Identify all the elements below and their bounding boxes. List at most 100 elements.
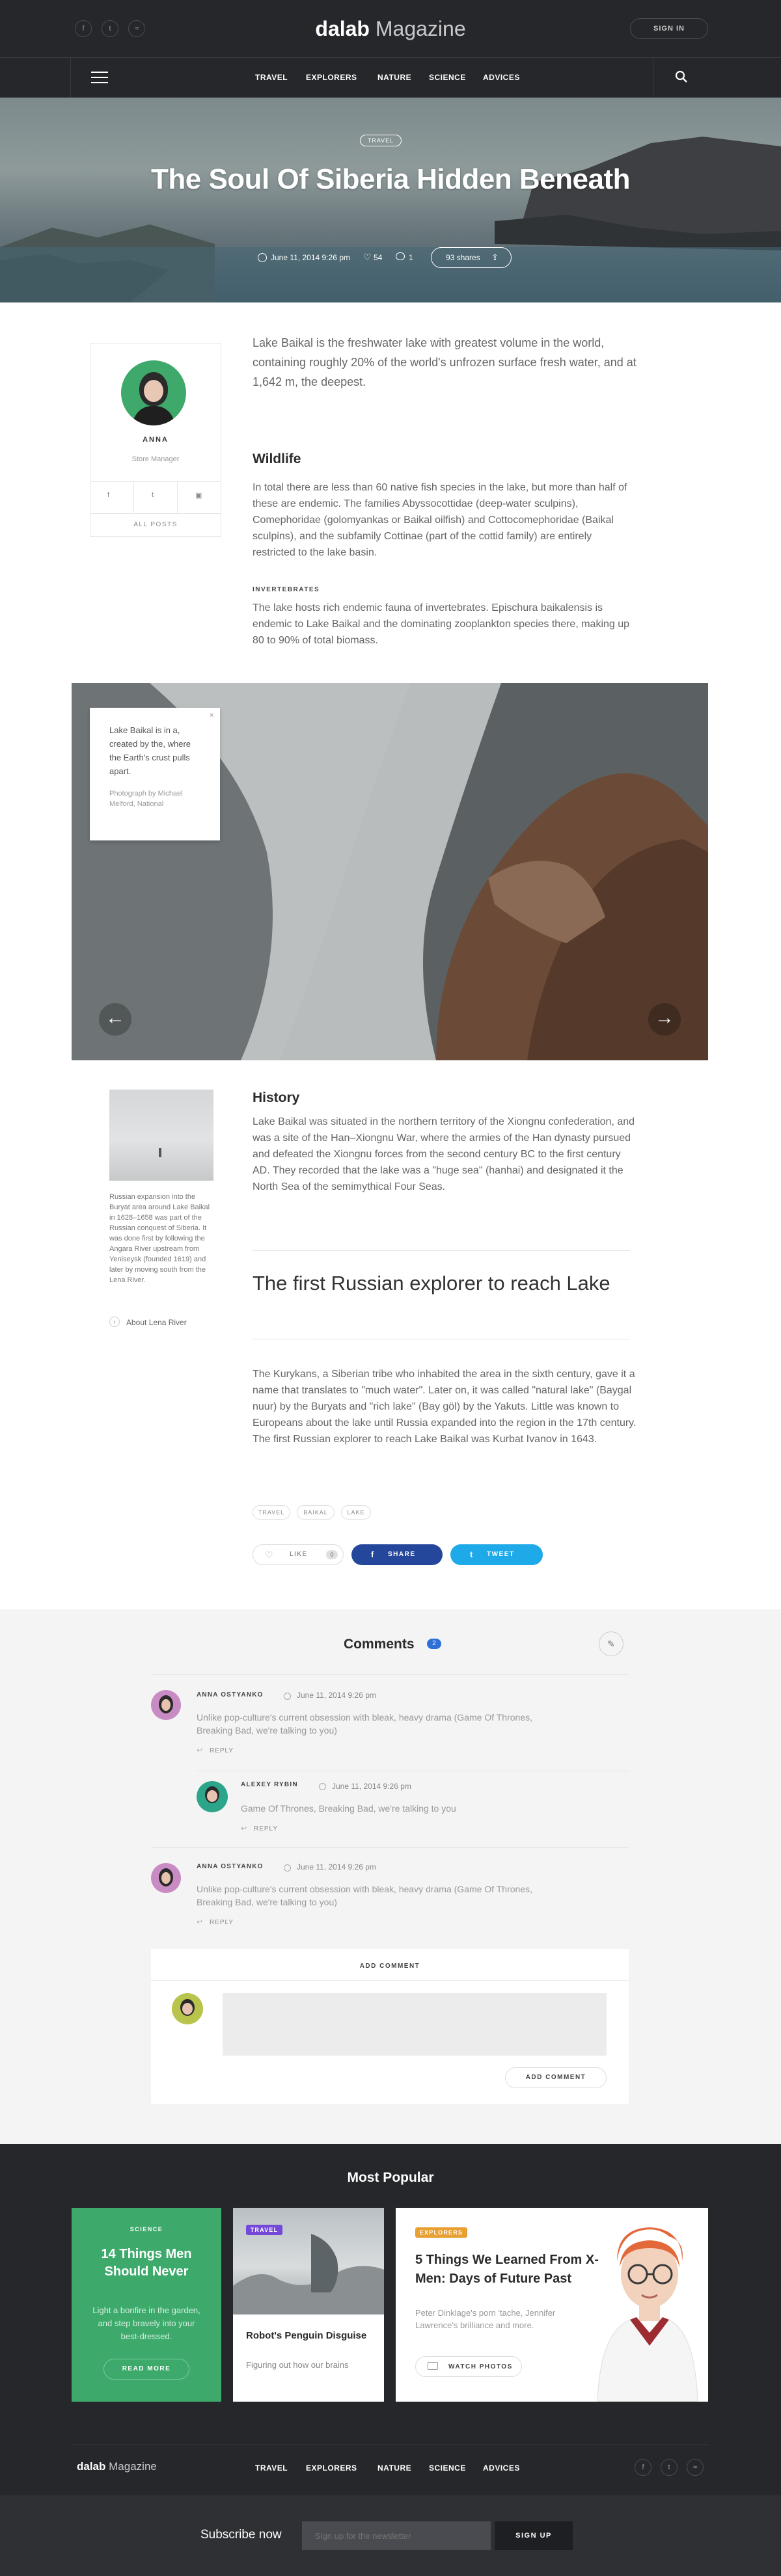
twitter-icon: t [470, 1550, 473, 1559]
likes-count: 54 [374, 253, 383, 262]
rss-icon[interactable]: ≈ [128, 20, 145, 37]
most-popular-heading: Most Popular [347, 2170, 434, 2185]
card-title: 5 Things We Learned From X-Men: Days of … [415, 2253, 599, 2286]
commenter-avatar[interactable] [197, 1781, 228, 1812]
twitter-icon[interactable]: t [102, 20, 118, 37]
card-image [233, 2208, 384, 2314]
gallery-caption: Lake Baikal is in a, created by the, whe… [109, 725, 191, 776]
arrow-icon[interactable]: › [109, 1317, 120, 1327]
shares-label: 93 shares [446, 253, 480, 262]
commenter-name[interactable]: ANNA OSTYANKO [197, 1863, 264, 1870]
tag-travel[interactable]: TRAVEL [253, 1505, 290, 1520]
twitter-icon[interactable]: t [661, 2459, 678, 2476]
pull-quote: The first Russian explorer to reach Lake [253, 1272, 610, 1295]
author-avatar[interactable] [121, 360, 186, 425]
reply-link[interactable]: REPLY [210, 1747, 234, 1754]
facebook-icon: f [371, 1550, 374, 1559]
comment-icon[interactable] [396, 252, 405, 260]
popular-card-explorers[interactable]: EXPLORERS 5 Things We Learned From X-Men… [396, 2208, 708, 2402]
footer-logo-bold: dalab [77, 2460, 106, 2473]
like-button[interactable]: ♡ LIKE 0 [253, 1544, 344, 1565]
read-more-button[interactable]: READ MORE [103, 2359, 189, 2380]
next-arrow-icon[interactable]: → [648, 1003, 681, 1036]
author-role: Store Manager [131, 455, 180, 463]
facebook-icon[interactable]: f [107, 491, 109, 499]
instagram-icon[interactable]: ▣ [195, 491, 202, 500]
tag-baikal[interactable]: BAIKAL [297, 1505, 335, 1520]
add-comment-heading: ADD COMMENT [359, 1963, 420, 1970]
rss-icon[interactable]: ≈ [687, 2459, 704, 2476]
reply-link[interactable]: REPLY [254, 1825, 278, 1832]
close-icon[interactable]: × [210, 712, 213, 719]
clock-icon [284, 1693, 291, 1700]
facebook-icon[interactable]: f [75, 20, 92, 37]
commenter-avatar[interactable] [151, 1690, 181, 1720]
search-icon[interactable] [674, 70, 689, 84]
invertebrates-heading: INVERTEBRATES [253, 586, 320, 593]
share-count-button[interactable]: 93 shares ⇪ [431, 247, 512, 268]
category-badge[interactable]: TRAVEL [360, 135, 402, 146]
nav-advices[interactable]: ADVICES [483, 73, 520, 82]
site-logo[interactable]: dalab Magazine [306, 17, 475, 40]
invertebrates-paragraph: The lake hosts rich endemic fauna of inv… [253, 602, 630, 646]
facebook-share-button[interactable]: f SHARE [351, 1544, 443, 1565]
heart-icon[interactable]: ♡ [363, 252, 372, 262]
logo-bold: dalab [315, 17, 370, 40]
add-comment-button[interactable]: ADD COMMENT [505, 2067, 607, 2088]
author-name[interactable]: ANNA [90, 436, 221, 444]
divider [70, 57, 71, 98]
sign-in-button[interactable]: SIGN IN [630, 18, 708, 39]
newsletter-input[interactable] [302, 2521, 491, 2550]
card-category: EXPLORERS [415, 2227, 467, 2238]
commenter-name[interactable]: ALEXEY RYBIN [241, 1781, 298, 1788]
nav-nature[interactable]: NATURE [377, 73, 411, 82]
clock-icon [319, 1783, 326, 1790]
all-posts-link[interactable]: ALL POSTS [90, 521, 221, 528]
nav-travel[interactable]: TRAVEL [255, 73, 288, 82]
side-link[interactable]: About Lena River [126, 1318, 187, 1327]
footer-nav-advices[interactable]: ADVICES [483, 2463, 520, 2473]
reply-link[interactable]: REPLY [210, 1919, 234, 1926]
divider [151, 1980, 629, 1981]
sign-up-button[interactable]: SIGN UP [495, 2521, 573, 2550]
comments-heading: Comments [344, 1637, 415, 1652]
pencil-icon[interactable]: ✎ [599, 1631, 623, 1656]
commenter-avatar[interactable] [151, 1863, 181, 1893]
twitter-icon[interactable]: t [152, 491, 154, 499]
comment-textarea[interactable] [223, 1993, 607, 2056]
card-text: Figuring out how our brains [246, 2360, 349, 2370]
wildlife-heading: Wildlife [253, 451, 301, 466]
footer-nav-explorers[interactable]: EXPLORERS [306, 2463, 357, 2473]
page-title: The Soul Of Siberia Hidden Beneath [151, 163, 630, 195]
card-text: Light a bonfire in the garden, and step … [92, 2305, 200, 2341]
share-label: SHARE [388, 1551, 416, 1558]
footer-logo[interactable]: dalab Magazine [77, 2460, 157, 2473]
footer-nav-travel[interactable]: TRAVEL [255, 2463, 288, 2473]
like-count: 0 [326, 1550, 338, 1559]
divider [90, 481, 221, 482]
final-paragraph: The Kurykans, a Siberian tribe who inhab… [253, 1369, 637, 1445]
menu-icon[interactable] [91, 70, 108, 84]
comments-count-badge: 2 [427, 1639, 441, 1649]
nav-science[interactable]: SCIENCE [429, 73, 466, 82]
side-note: Russian expansion into the Buryat area a… [109, 1193, 210, 1284]
subscribe-label: Subscribe now [200, 2528, 282, 2542]
commenter-name[interactable]: ANNA OSTYANKO [197, 1691, 264, 1698]
tweet-button[interactable]: t TWEET [450, 1544, 543, 1565]
popular-card-science[interactable]: SCIENCE 14 Things Men Should Never Light… [72, 2208, 221, 2402]
facebook-icon[interactable]: f [635, 2459, 651, 2476]
camera-icon [428, 2362, 438, 2370]
hero-image [0, 98, 781, 302]
divider [151, 1847, 629, 1848]
side-thumbnail[interactable] [109, 1090, 213, 1181]
watch-photos-button[interactable]: WATCH PHOTOS [415, 2356, 522, 2377]
prev-arrow-icon[interactable]: ← [99, 1003, 131, 1036]
like-label: LIKE [290, 1551, 308, 1558]
divider [177, 482, 178, 513]
popular-card-travel[interactable]: TRAVEL Robot's Penguin Disguise Figuring… [233, 2208, 384, 2402]
tag-lake[interactable]: LAKE [341, 1505, 371, 1520]
comment-date: June 11, 2014 9:26 pm [297, 1691, 376, 1700]
nav-explorers[interactable]: EXPLORERS [306, 73, 357, 82]
footer-nav-science[interactable]: SCIENCE [429, 2463, 466, 2473]
footer-nav-nature[interactable]: NATURE [377, 2463, 411, 2473]
